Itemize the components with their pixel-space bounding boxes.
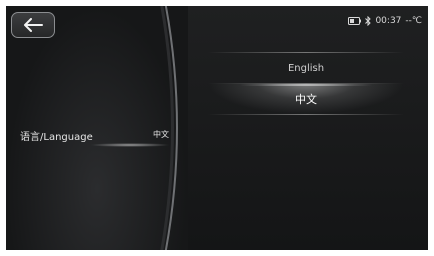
row-highlight (90, 143, 170, 147)
option-label: English (287, 62, 325, 74)
language-option-english[interactable]: English (208, 53, 404, 83)
back-button[interactable] (11, 12, 55, 38)
right-pane (188, 6, 428, 250)
language-option-chinese[interactable]: 中文 (208, 84, 404, 114)
language-setting-label: 语言/Language (20, 132, 93, 143)
clock-time: 00:37 (375, 16, 402, 26)
battery-icon (348, 17, 362, 25)
bluetooth-icon (365, 16, 372, 26)
temperature: --℃ (405, 16, 422, 26)
language-setting-row[interactable]: 语言/Language 中文 (20, 126, 180, 150)
option-label: 中文 (295, 93, 317, 106)
divider (208, 114, 404, 115)
selection-glow (237, 84, 375, 86)
language-option-list: English 中文 (208, 52, 404, 115)
status-bar: 00:37 --℃ (348, 16, 422, 26)
language-setting-value: 中文 (153, 130, 169, 139)
arrow-left-icon (23, 18, 43, 32)
screen: 00:37 --℃ 语言/Language 中文 English 中文 (6, 6, 428, 250)
